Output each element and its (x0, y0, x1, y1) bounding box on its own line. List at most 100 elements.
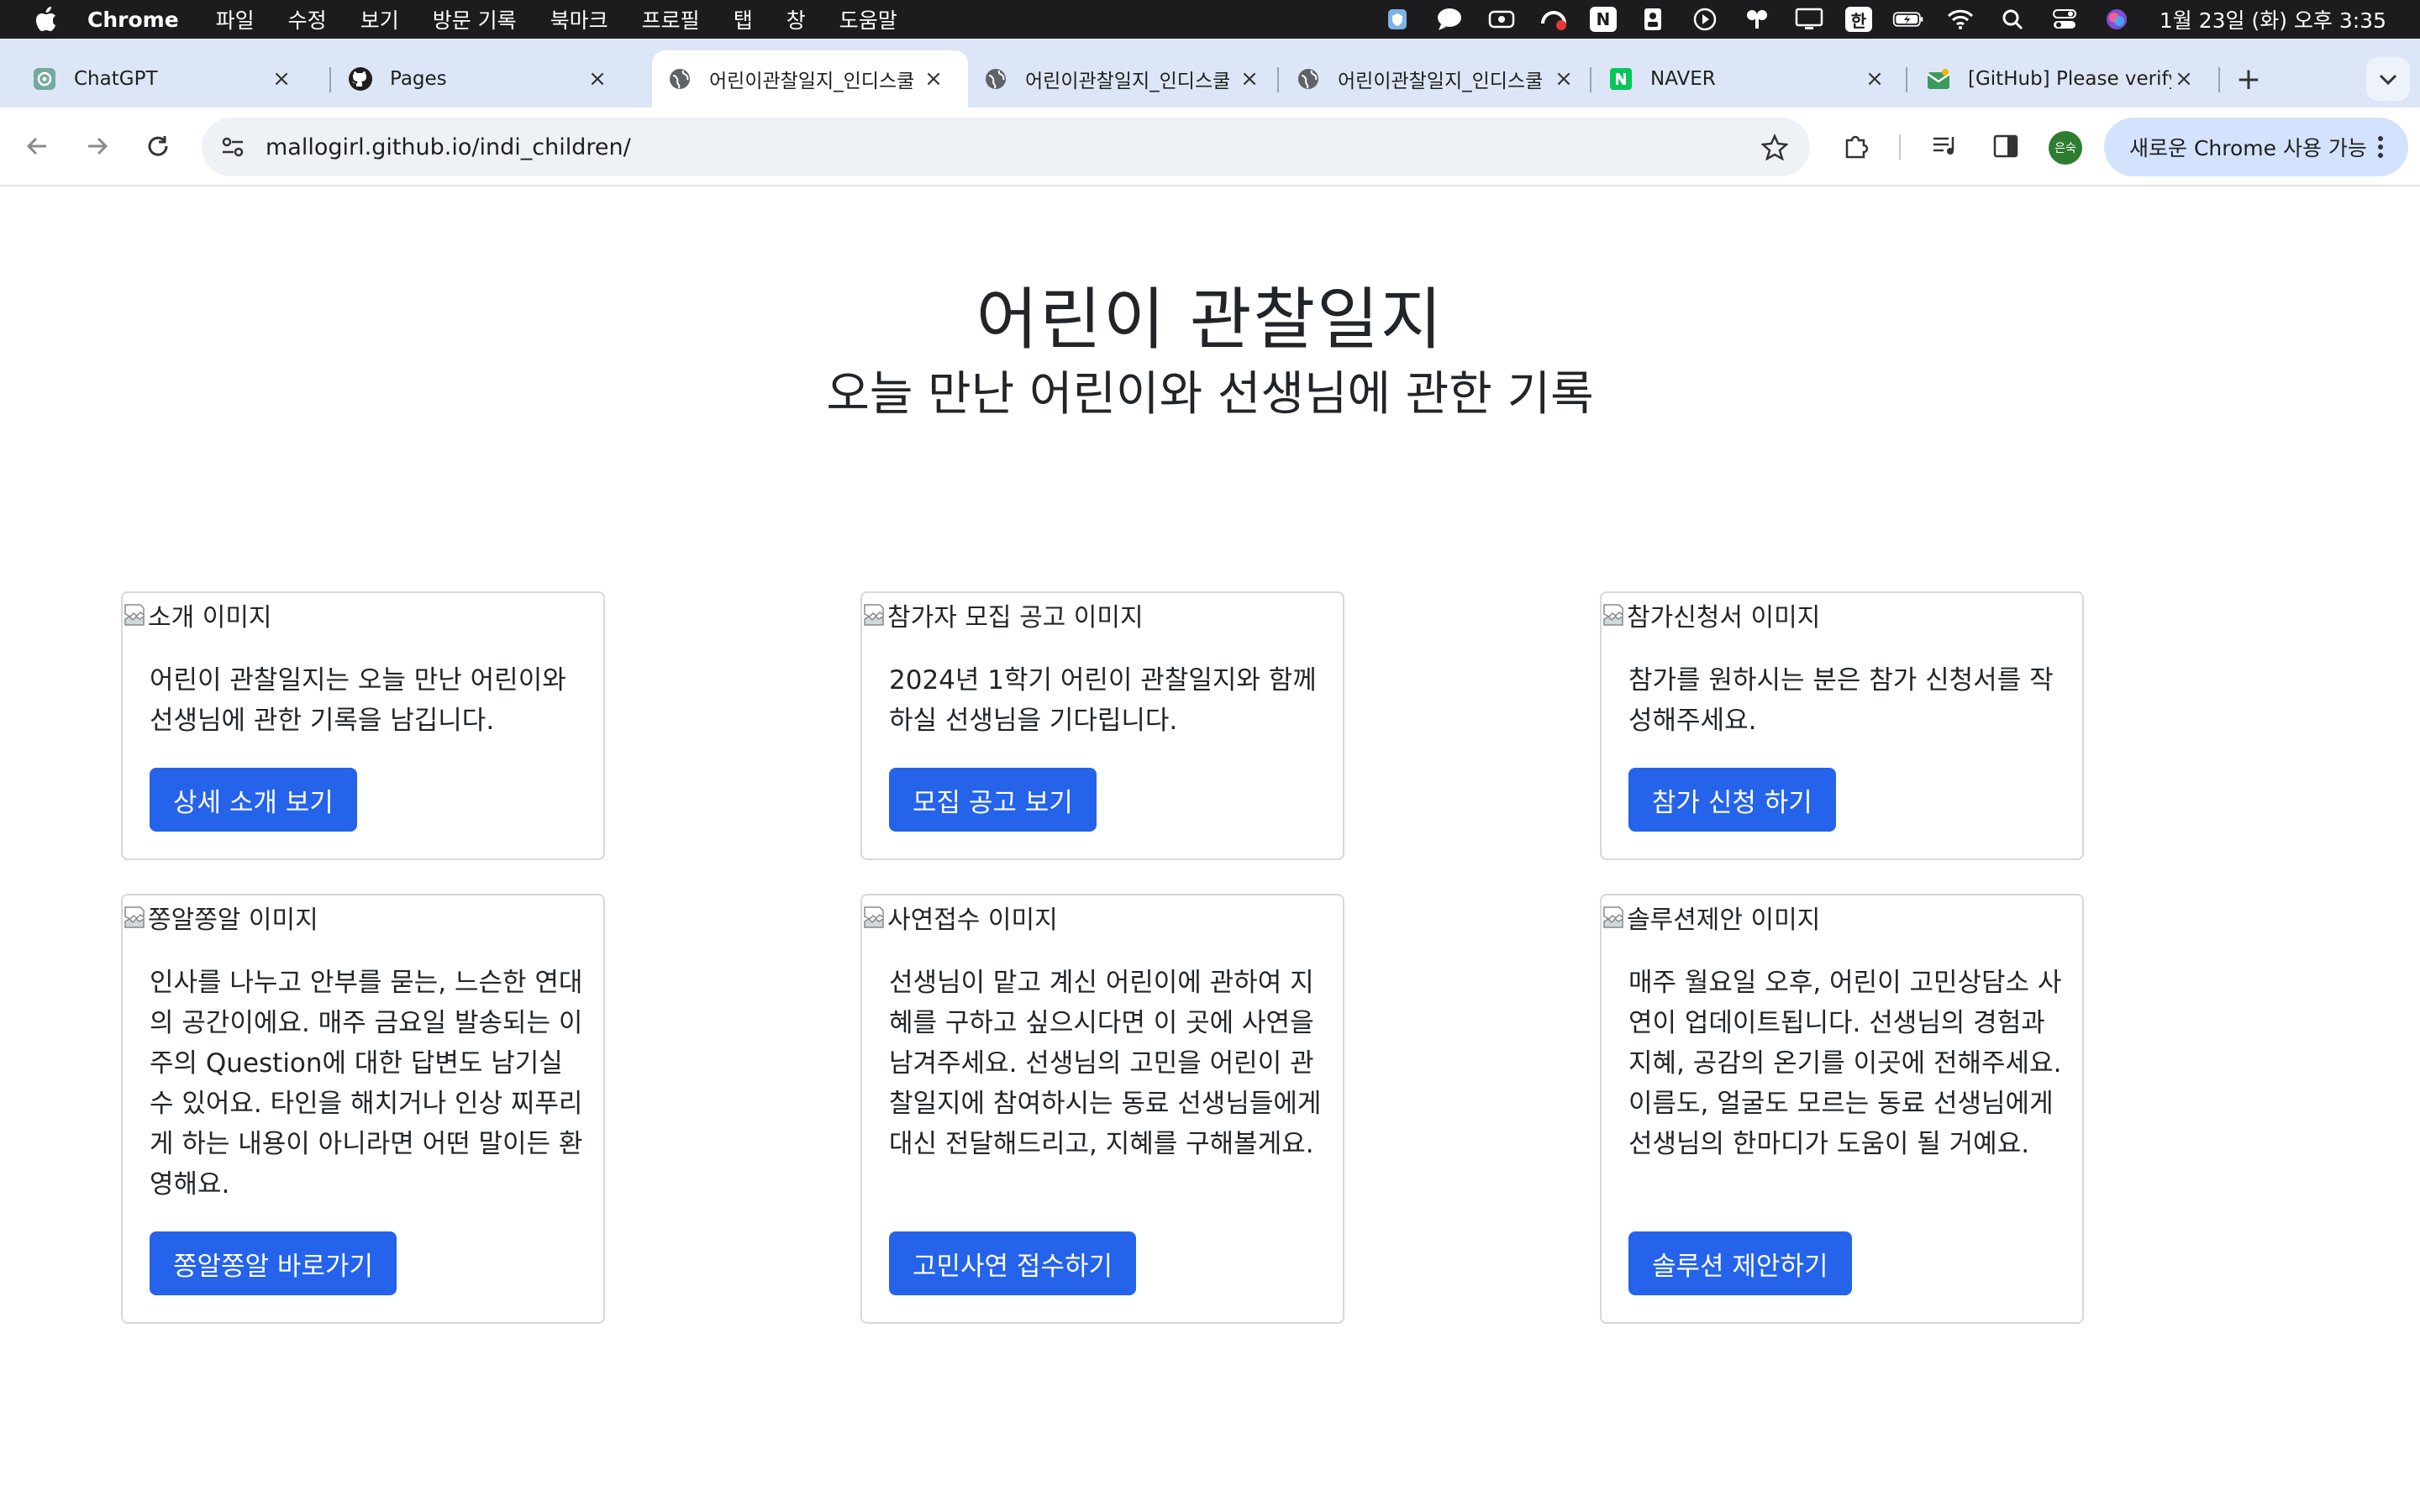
tab-close-icon[interactable]: × (1237, 66, 1262, 92)
status-area: N 한 1월 23일 (화) 오후 3:35 (1381, 0, 2420, 39)
tab-title: 어린이관찰일지_인디스쿨 (709, 71, 915, 92)
chrome-update-button[interactable]: 새로운 Chrome 사용 가능 (2104, 118, 2408, 176)
naver-icon (1608, 66, 1634, 92)
broken-image-icon (864, 906, 884, 928)
new-tab-icon[interactable]: + (2232, 62, 2265, 97)
broken-image: 참가신청서 이미지 (1602, 596, 1820, 633)
siri-icon[interactable] (2101, 7, 2133, 32)
display-icon[interactable] (1793, 7, 1825, 32)
card-story: 사연접수 이미지 선생님이 맡고 계신 어린이에 관하여 지혜를 구하고 싶으시… (860, 894, 1344, 1324)
tab-separator (2218, 67, 2220, 92)
tab-github-email[interactable]: [GitHub] Please verify × (1907, 50, 2218, 108)
side-panel-icon[interactable] (1986, 127, 2025, 165)
back-icon[interactable] (17, 126, 57, 166)
tab-chatgpt[interactable]: ChatGPT × (0, 50, 316, 108)
tab-separator (1590, 67, 1591, 92)
input-method-icon[interactable]: 한 (1844, 7, 1872, 32)
spotlight-search-icon[interactable] (1996, 7, 2028, 32)
chatter-go-button[interactable]: 쫑알쫑알 바로가기 (150, 1231, 397, 1295)
image-alt-text: 사연접수 이미지 (887, 906, 1058, 935)
tab-close-icon[interactable]: × (1862, 66, 1887, 92)
menu-edit[interactable]: 수정 (288, 4, 327, 34)
site-settings-icon[interactable] (218, 133, 247, 161)
broken-image-icon (124, 604, 145, 626)
menu-bookmarks[interactable]: 북마크 (550, 4, 608, 34)
card-recruit: 참가자 모집 공고 이미지 2024년 1학기 어린이 관찰일지와 함께 하실 … (860, 591, 1344, 860)
bookmark-star-icon[interactable] (1758, 130, 1791, 164)
gauge-icon[interactable] (1538, 7, 1570, 32)
control-center-icon[interactable] (2049, 7, 2081, 32)
broken-image: 솔루션제안 이미지 (1602, 899, 1820, 936)
broken-image-icon (1603, 906, 1623, 928)
wifi-icon[interactable] (1944, 7, 1976, 32)
menu-history[interactable]: 방문 기록 (433, 4, 517, 34)
github-icon (348, 66, 373, 92)
broken-image-icon (124, 906, 145, 928)
tab-title: 어린이관찰일지_인디스쿨 (1338, 71, 1544, 92)
recruit-notice-button[interactable]: 모집 공고 보기 (889, 768, 1097, 832)
globe-icon (667, 66, 692, 92)
card-text: 2024년 1학기 어린이 관찰일지와 함께 하실 선생님을 기다립니다. (889, 665, 1317, 736)
gmail-icon (1926, 66, 1951, 92)
extensions-icon[interactable] (1837, 127, 1876, 165)
tab-separator (1277, 67, 1279, 92)
reload-icon[interactable] (138, 126, 178, 166)
detail-intro-button[interactable]: 상세 소개 보기 (150, 768, 357, 832)
broken-image: 사연접수 이미지 (862, 899, 1058, 936)
forward-icon[interactable] (77, 126, 118, 166)
menubar-clock[interactable]: 1월 23일 (화) 오후 3:35 (2160, 4, 2386, 34)
tab-close-icon[interactable]: × (921, 66, 946, 92)
tab-title: NAVER (1650, 68, 1716, 90)
menu-tab[interactable]: 탭 (734, 4, 753, 34)
tab-close-icon[interactable]: × (2171, 66, 2196, 92)
card-chatter: 쫑알쫑알 이미지 인사를 나누고 안부를 묻는, 느슨한 연대의 공간이에요. … (121, 894, 605, 1324)
page-subtitle: 오늘 만난 어린이와 선생님에 관한 기록 (826, 367, 1594, 422)
card-text: 참가를 원하시는 분은 참가 신청서를 작성해주세요. (1628, 665, 2054, 736)
screen-record-icon[interactable] (1486, 7, 1518, 32)
app-name[interactable]: Chrome (87, 8, 179, 32)
menu-help[interactable]: 도움말 (839, 4, 897, 34)
card-text: 어린이 관찰일지는 오늘 만난 어린이와 선생님에 관한 기록을 남깁니다. (150, 665, 566, 736)
tab-title: [GitHub] Please verify (1968, 68, 2171, 90)
tab-close-icon[interactable]: × (269, 66, 294, 92)
tab-title: 어린이관찰일지_인디스쿨 (1025, 71, 1231, 92)
toolbar-separator (1899, 134, 1901, 160)
tab-indi-children-3[interactable]: 어린이관찰일지_인디스쿨 × (1282, 50, 1598, 108)
chat-bubble-icon[interactable] (1434, 7, 1465, 32)
url-text[interactable]: mallogirl.github.io/indi_children/ (266, 134, 1758, 160)
battery-icon[interactable] (1892, 7, 1924, 32)
chatgpt-icon (32, 66, 57, 92)
apple-menu-icon[interactable] (34, 7, 59, 32)
menu-profiles[interactable]: 프로필 (642, 4, 700, 34)
tab-naver[interactable]: NAVER × (1593, 50, 1909, 108)
propose-solution-button[interactable]: 솔루션 제안하기 (1628, 1231, 1852, 1295)
play-circle-icon[interactable] (1689, 7, 1721, 32)
tab-indi-children-active[interactable]: 어린이관찰일지_인디스쿨 × (652, 50, 968, 108)
profile-avatar[interactable]: 은숙 (2049, 131, 2082, 165)
image-alt-text: 참가신청서 이미지 (1627, 603, 1821, 633)
menu-file[interactable]: 파일 (216, 4, 255, 34)
tab-pages[interactable]: Pages × (316, 50, 632, 108)
tab-close-icon[interactable]: × (585, 66, 610, 92)
apply-button[interactable]: 참가 신청 하기 (1628, 768, 1836, 832)
card-text: 인사를 나누고 안부를 묻는, 느슨한 연대의 공간이에요. 매주 금요일 발송… (150, 968, 583, 1200)
shield-icon[interactable] (1381, 7, 1413, 32)
contact-card-icon[interactable] (1637, 7, 1669, 32)
menu-view[interactable]: 보기 (360, 4, 399, 34)
macos-menubar: Chrome 파일 수정 보기 방문 기록 북마크 프로필 탭 창 도움말 N (0, 0, 2420, 39)
submit-story-button[interactable]: 고민사연 접수하기 (889, 1231, 1137, 1295)
broken-image-icon (864, 604, 884, 626)
bluetooth-sound-icon[interactable] (1741, 7, 1773, 32)
address-bar[interactable]: mallogirl.github.io/indi_children/ (202, 118, 1810, 176)
tab-search-button[interactable] (2366, 57, 2410, 101)
tab-close-icon[interactable]: × (1551, 66, 1576, 92)
media-control-icon[interactable] (1926, 127, 1965, 165)
menu-window[interactable]: 창 (786, 4, 806, 34)
card-intro: 소개 이미지 어린이 관찰일지는 오늘 만난 어린이와 선생님에 관한 기록을 … (121, 591, 605, 860)
tab-strip: ChatGPT × Pages × 어린이관찰일지_인디스쿨 × 어린이관찰일지… (0, 39, 2420, 108)
notion-icon[interactable]: N (1589, 7, 1617, 32)
card-text: 매주 월요일 오후, 어린이 고민상담소 사연이 업데이트됩니다. 선생님의 경… (1628, 968, 2062, 1159)
kebab-menu-icon[interactable] (2368, 134, 2393, 160)
image-alt-text: 참가자 모집 공고 이미지 (887, 603, 1144, 633)
tab-indi-children-2[interactable]: 어린이관찰일지_인디스쿨 × (968, 50, 1284, 108)
